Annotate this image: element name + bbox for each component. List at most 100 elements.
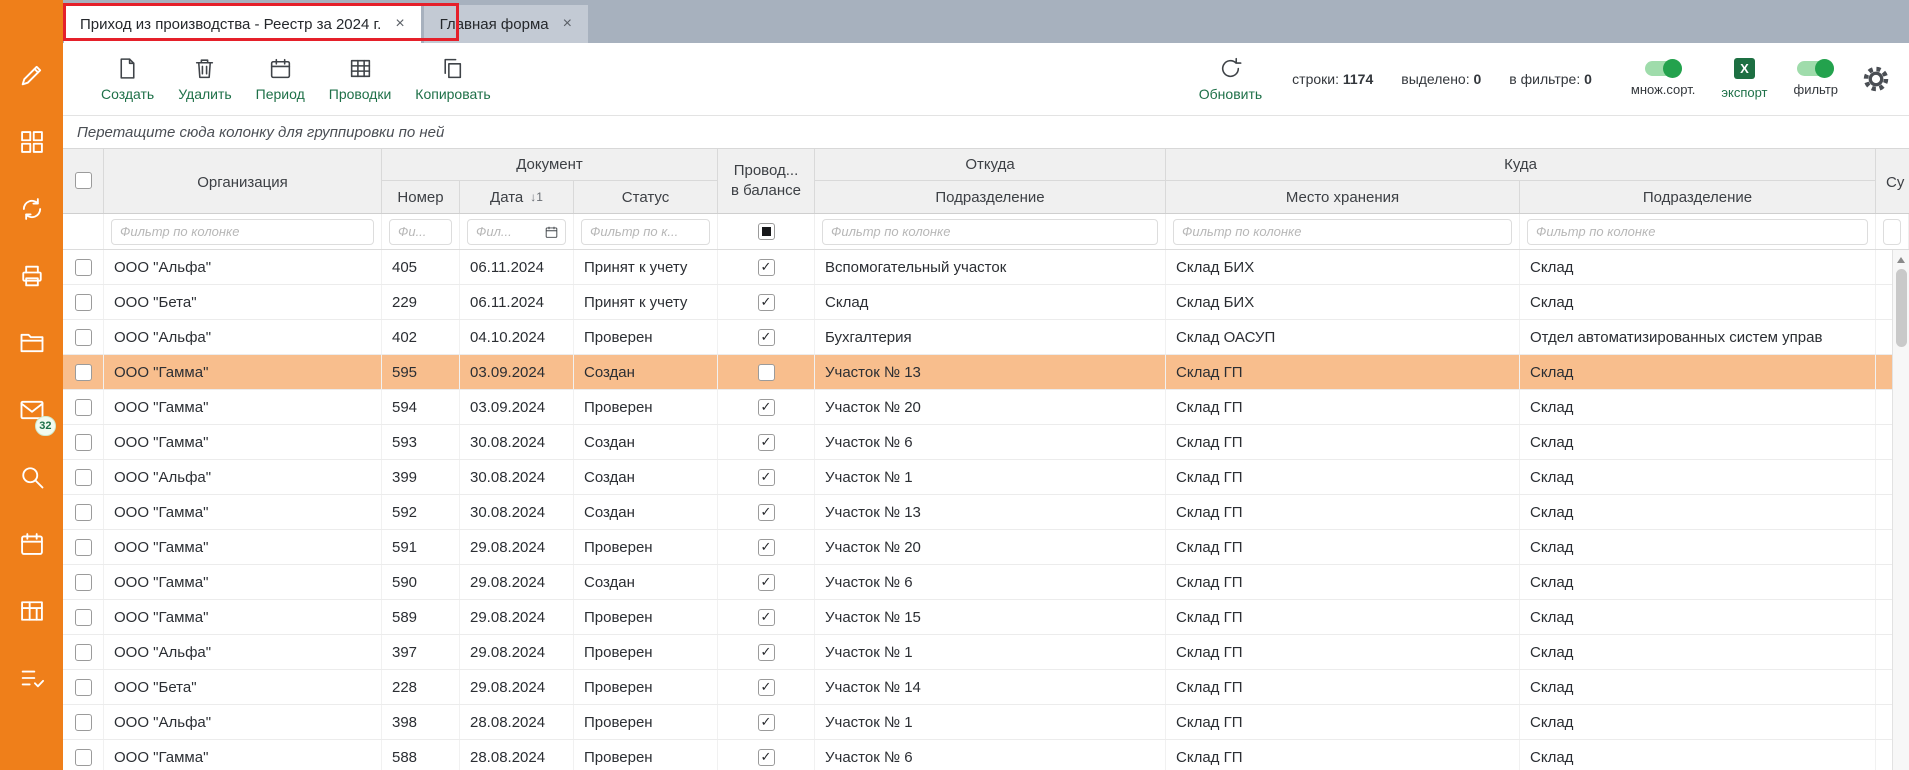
row-checkbox[interactable] [75,539,92,556]
delete-button[interactable]: Удалить [166,52,243,106]
tab-glavnaya-forma[interactable]: Главная форма × [424,5,588,43]
sidebar-mail-button[interactable]: 32 [4,382,60,438]
scrollbar-thumb[interactable] [1896,269,1907,347]
to-dept-filter-input[interactable] [1527,219,1868,245]
scroll-up-arrow[interactable] [1897,257,1905,263]
table-row[interactable]: ООО "Альфа" 399 30.08.2024 Создан ✓ Учас… [63,460,1909,495]
column-header-posted[interactable]: Провод... в балансе [718,149,815,213]
multisort-control[interactable]: множ.сорт. [1631,61,1695,97]
row-checkbox[interactable] [75,504,92,521]
posted-checkbox[interactable]: ✓ [758,539,775,556]
sidebar-apps-button[interactable] [4,114,60,170]
sidebar-calendar-button[interactable] [4,516,60,572]
cell-storage: Склад ГП [1166,355,1520,389]
filter-control[interactable]: фильтр [1794,61,1838,97]
provodki-button[interactable]: Проводки [317,52,404,106]
row-checkbox[interactable] [75,364,92,381]
posted-checkbox[interactable]: ✓ [758,644,775,661]
column-header-org[interactable]: Организация [197,174,287,191]
column-header-date[interactable]: Дата ↓1 [460,181,574,213]
from-dept-filter-input[interactable] [822,219,1158,245]
row-checkbox[interactable] [75,434,92,451]
period-button[interactable]: Период [244,52,317,106]
posted-checkbox[interactable] [758,364,775,381]
row-checkbox[interactable] [75,679,92,696]
table-row[interactable]: ООО "Альфа" 398 28.08.2024 Проверен ✓ Уч… [63,705,1909,740]
tab-prihod-iz-proizvodstva[interactable]: Приход из производства - Реестр за 2024 … [64,5,421,43]
column-header-to-dept[interactable]: Подразделение [1520,181,1876,213]
table-row[interactable]: ООО "Гамма" 595 03.09.2024 Создан Участо… [63,355,1909,390]
sidebar-folder-button[interactable] [4,315,60,371]
sidebar-print-button[interactable] [4,248,60,304]
posted-checkbox[interactable]: ✓ [758,504,775,521]
table-row[interactable]: ООО "Гамма" 594 03.09.2024 Проверен ✓ Уч… [63,390,1909,425]
storage-filter-input[interactable] [1173,219,1512,245]
posted-checkbox[interactable]: ✓ [758,434,775,451]
table-row[interactable]: ООО "Гамма" 592 30.08.2024 Создан ✓ Учас… [63,495,1909,530]
sum-filter-input[interactable] [1883,219,1901,245]
row-checkbox[interactable] [75,609,92,626]
table-row[interactable]: ООО "Гамма" 590 29.08.2024 Создан ✓ Учас… [63,565,1909,600]
vertical-scrollbar[interactable] [1892,250,1909,770]
tab-close-icon[interactable]: × [395,15,404,33]
row-checkbox[interactable] [75,294,92,311]
posted-checkbox[interactable]: ✓ [758,679,775,696]
mail-badge: 32 [35,416,55,436]
cell-storage: Склад ГП [1166,635,1520,669]
settings-gear-icon[interactable] [1861,64,1891,94]
column-header-storage[interactable]: Место хранения [1166,181,1520,213]
sidebar-search-button[interactable] [4,449,60,505]
table-row[interactable]: ООО "Гамма" 589 29.08.2024 Проверен ✓ Уч… [63,600,1909,635]
row-checkbox[interactable] [75,644,92,661]
row-checkbox[interactable] [75,259,92,276]
cell-number: 397 [382,635,460,669]
row-checkbox[interactable] [75,399,92,416]
row-checkbox[interactable] [75,749,92,766]
select-all-checkbox[interactable] [75,172,92,189]
multisort-toggle[interactable] [1645,61,1682,76]
calendar-picker-icon[interactable] [544,224,559,239]
posted-checkbox[interactable]: ✓ [758,609,775,626]
app-window: 32 Приход из производства - Реестр за 20… [0,0,1909,770]
row-checkbox[interactable] [75,469,92,486]
sidebar-edit-button[interactable] [4,47,60,103]
number-filter-input[interactable] [389,219,452,245]
table-row[interactable]: ООО "Гамма" 593 30.08.2024 Создан ✓ Учас… [63,425,1909,460]
org-filter-input[interactable] [111,219,374,245]
row-checkbox[interactable] [75,714,92,731]
copy-button[interactable]: Копировать [403,52,502,106]
status-filter-input[interactable] [581,219,710,245]
table-row[interactable]: ООО "Гамма" 588 28.08.2024 Проверен ✓ Уч… [63,740,1909,770]
posted-filter-checkbox[interactable] [758,223,775,240]
filter-toggle[interactable] [1797,61,1834,76]
row-checkbox[interactable] [75,329,92,346]
posted-checkbox[interactable]: ✓ [758,294,775,311]
table-row[interactable]: ООО "Альфа" 397 29.08.2024 Проверен ✓ Уч… [63,635,1909,670]
posted-checkbox[interactable]: ✓ [758,574,775,591]
sidebar-table-button[interactable] [4,583,60,639]
posted-checkbox[interactable]: ✓ [758,749,775,766]
table-row[interactable]: ООО "Бета" 228 29.08.2024 Проверен ✓ Уча… [63,670,1909,705]
column-header-sum[interactable]: Су [1886,174,1904,191]
table-row[interactable]: ООО "Альфа" 405 06.11.2024 Принят к учет… [63,250,1909,285]
posted-checkbox[interactable]: ✓ [758,399,775,416]
group-by-bar[interactable]: Перетащите сюда колонку для группировки … [63,116,1909,149]
table-row[interactable]: ООО "Альфа" 402 04.10.2024 Проверен ✓ Бу… [63,320,1909,355]
refresh-button[interactable]: Обновить [1187,52,1274,106]
sidebar-checklist-button[interactable] [4,650,60,706]
table-row[interactable]: ООО "Гамма" 591 29.08.2024 Проверен ✓ Уч… [63,530,1909,565]
posted-checkbox[interactable]: ✓ [758,329,775,346]
create-button[interactable]: Создать [89,52,166,106]
cell-to-dept: Склад [1520,705,1876,739]
table-row[interactable]: ООО "Бета" 229 06.11.2024 Принят к учету… [63,285,1909,320]
column-header-from-dept[interactable]: Подразделение [815,181,1166,213]
sidebar-sync-button[interactable] [4,181,60,237]
row-checkbox[interactable] [75,574,92,591]
posted-checkbox[interactable]: ✓ [758,714,775,731]
export-button[interactable]: X экспорт [1721,58,1767,100]
posted-checkbox[interactable]: ✓ [758,469,775,486]
posted-checkbox[interactable]: ✓ [758,259,775,276]
tab-close-icon[interactable]: × [563,15,572,33]
column-header-status[interactable]: Статус [574,181,718,213]
column-header-number[interactable]: Номер [382,181,460,213]
